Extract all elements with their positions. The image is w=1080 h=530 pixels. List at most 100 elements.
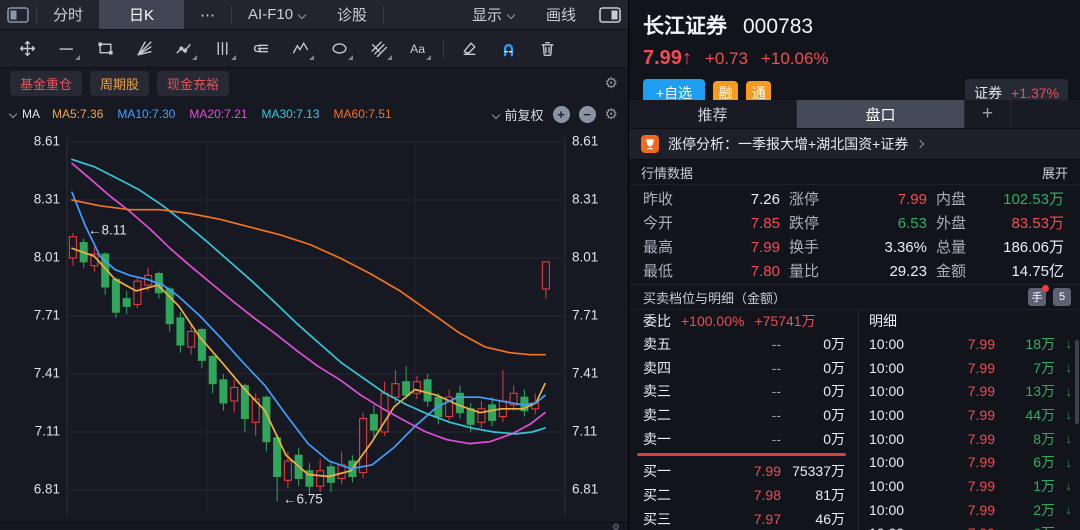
trendline-tool-icon[interactable] <box>47 34 86 64</box>
sell-level-row[interactable]: 卖五 -- 0万 <box>643 332 858 356</box>
quote-label: 最低 <box>643 262 674 280</box>
indicator-settings-gear-icon[interactable]: ⚙ <box>605 105 618 123</box>
buy-level-row[interactable]: 买二 7.98 81万 <box>643 483 858 507</box>
ellipse-tool-icon[interactable] <box>320 34 359 64</box>
up-arrow-icon: ↑ <box>681 47 692 69</box>
chevron-down-icon <box>8 109 18 119</box>
trade-detail-row[interactable]: 10:007.996万↓ <box>869 450 1072 474</box>
trade-detail-row[interactable]: 10:00 7.99 13万 ↓ <box>869 379 1072 403</box>
trade-time: 10:00 <box>869 430 905 447</box>
sell-level-row[interactable]: 卖四 -- 0万 <box>643 356 858 380</box>
trade-detail-row[interactable]: 10:007.996万↓ <box>869 522 1072 530</box>
sell-direction-arrow-icon: ↓ <box>1065 407 1073 423</box>
fan-lines-tool-icon[interactable] <box>125 34 164 64</box>
ma-value-label: MA20:7.21 <box>189 107 248 121</box>
candlestick-chart[interactable]: 8.61 8.61 8.31 8.31 8.01 8.01 7.71 7.71 7.41 7.41… <box>0 130 628 522</box>
pitchfork-tool-icon[interactable] <box>164 34 203 64</box>
sell-direction-arrow-icon: ↓ <box>1065 360 1073 376</box>
quote-row: 昨收 7.26 涨停 7.99 内盘 102.53万 <box>643 186 1073 210</box>
display-menu[interactable]: 显示 <box>456 0 530 29</box>
gann-lines-tool-icon[interactable]: G <box>242 34 281 64</box>
detail-scrollbar[interactable] <box>1075 340 1079 424</box>
wave-tool-icon[interactable] <box>281 34 320 64</box>
five-level-badge[interactable]: 5 <box>1053 288 1071 306</box>
quote-row: 最高 7.99 换手 3.36% 总量 186.06万 <box>643 234 1073 258</box>
stock-app-window: 分时 日K ⋯ AI-F10 诊股 显示 画线 G Aa 基金重仓 周期股 现金充裕 … <box>0 0 1080 530</box>
trade-price: 7.99 <box>967 359 995 376</box>
toolbar-divider <box>443 39 444 58</box>
tab-daily-k[interactable]: 日K <box>99 0 185 29</box>
svg-text:6.81: 6.81 <box>572 482 598 497</box>
stock-tag-bar: 基金重仓 周期股 现金充裕 ⚙ <box>0 68 628 98</box>
divider <box>383 5 385 24</box>
trade-detail-row[interactable]: 10:00 7.99 44万 ↓ <box>869 403 1072 427</box>
quote-value: 3.36% <box>884 238 927 256</box>
trade-detail-row[interactable]: 10:00 7.99 1万 ↓ <box>869 474 1072 498</box>
magnet-tool-icon[interactable] <box>489 34 528 64</box>
buy-level-price: 7.98 <box>753 486 781 503</box>
ma-value-label: MA30:7.13 <box>261 107 320 121</box>
limit-up-analysis-row[interactable]: 涨停分析：一季报大增+湖北国资+证券 <box>629 129 1080 160</box>
expand-button[interactable]: 展开 <box>1042 163 1068 182</box>
more-periods-button[interactable]: ⋯ <box>184 0 231 29</box>
bid-ask-divider <box>637 453 846 457</box>
stock-tag[interactable]: 基金重仓 <box>10 70 83 96</box>
ai-f10-menu[interactable]: AI-F10 <box>232 0 321 29</box>
stock-tag[interactable]: 周期股 <box>90 70 150 96</box>
hatch-lines-tool-icon[interactable] <box>359 34 398 64</box>
sell-level-row[interactable]: 卖一 -- 0万 <box>643 427 858 451</box>
svg-text:←6.75: ←6.75 <box>283 491 323 506</box>
svg-text:8.61: 8.61 <box>34 134 60 149</box>
move-tool-icon[interactable] <box>8 34 47 64</box>
collapse-right-panel-icon[interactable] <box>592 6 628 23</box>
quote-label: 今开 <box>643 214 674 232</box>
trade-volume: 6万 <box>1033 454 1055 471</box>
sell-level-price: -- <box>771 430 781 447</box>
tab-pankou[interactable]: 盘口 <box>797 100 965 128</box>
trade-detail-row[interactable]: 10:00 7.99 8万 ↓ <box>869 427 1072 451</box>
weibi-label: 委比 <box>643 313 671 329</box>
quote-cell: 金额 14.75亿 <box>936 260 1073 281</box>
trade-detail-row[interactable]: 10:00 7.99 2万 ↓ <box>869 498 1072 522</box>
buy-level-row[interactable]: 买三 7.97 46万 <box>643 507 858 530</box>
quote-value: 7.26 <box>750 190 780 208</box>
trade-price: 7.99 <box>923 525 995 530</box>
vertical-lines-tool-icon[interactable] <box>203 34 242 64</box>
text-tool-icon[interactable]: Aa <box>398 34 437 64</box>
tab-recommend[interactable]: 推荐 <box>629 100 797 128</box>
svg-text:7.71: 7.71 <box>34 308 60 323</box>
tab-minute-chart[interactable]: 分时 <box>37 0 99 29</box>
eraser-tool-icon[interactable] <box>450 34 489 64</box>
stock-tag[interactable]: 现金充裕 <box>157 70 230 96</box>
zoom-in-button[interactable]: + <box>552 105 570 123</box>
zoom-out-button[interactable]: − <box>578 105 596 123</box>
quote-label: 内盘 <box>936 190 967 208</box>
sell-level-price: -- <box>771 359 781 376</box>
quote-label: 外盘 <box>936 214 967 232</box>
quote-cell: 换手 3.36% <box>789 236 936 257</box>
trade-time: 10:00 <box>869 359 905 376</box>
trade-detail-column[interactable]: 明细 10:00 7.99 18万 ↓ 10:00 7.99 7万 ↓ 10:00 7.99 13万… <box>859 310 1080 530</box>
sell-level-price: -- <box>771 335 781 352</box>
sell-level-row[interactable]: 卖二 -- 0万 <box>643 403 858 427</box>
sell-direction-arrow-icon: ↓ <box>1065 383 1073 399</box>
quote-value: 7.99 <box>750 238 780 256</box>
trade-detail-row[interactable]: 10:00 7.99 18万 ↓ <box>869 332 1072 356</box>
add-tab-button[interactable]: + <box>965 100 1011 128</box>
trash-tool-icon[interactable] <box>528 34 567 64</box>
ma-group-toggle[interactable]: MA <box>8 107 40 121</box>
adjust-mode-toggle[interactable]: 前复权 <box>491 105 544 124</box>
rectangle-tool-icon[interactable] <box>86 34 125 64</box>
buy-level-row[interactable]: 买一 7.99 75337万 <box>643 459 858 483</box>
tags-settings-gear-icon[interactable]: ⚙ <box>605 74 618 92</box>
trade-detail-row[interactable]: 10:00 7.99 7万 ↓ <box>869 356 1072 380</box>
detail-title: 明细 <box>869 313 897 329</box>
chevron-down-icon <box>491 110 500 119</box>
collapse-left-panel-icon[interactable] <box>0 6 36 23</box>
lots-mode-badge[interactable]: 手 <box>1028 285 1049 306</box>
drawing-toolbar: G Aa <box>0 30 628 68</box>
quote-row: 今开 7.85 跌停 6.53 外盘 83.53万 <box>643 210 1073 234</box>
draw-line-button[interactable]: 画线 <box>530 0 592 29</box>
sell-level-row[interactable]: 卖三 -- 0万 <box>643 379 858 403</box>
diagnose-stock-button[interactable]: 诊股 <box>321 0 383 29</box>
